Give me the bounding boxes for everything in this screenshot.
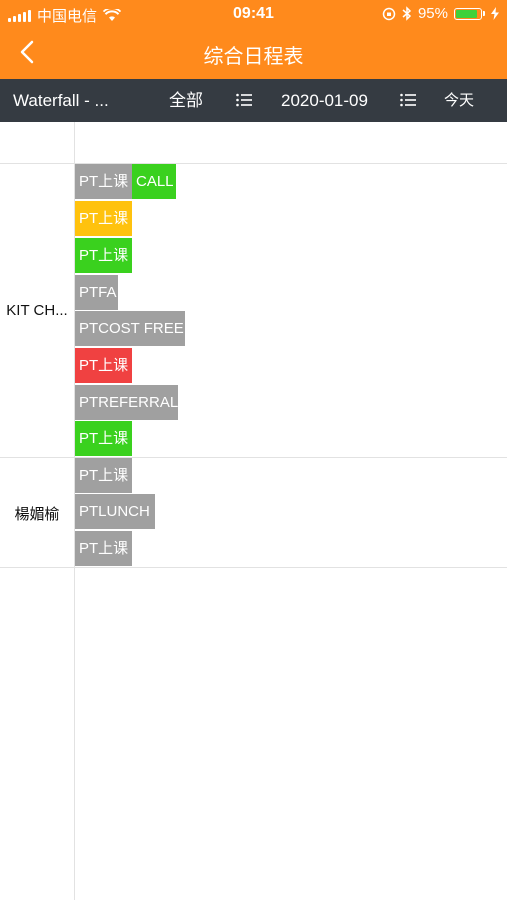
date-picker[interactable]: 2020-01-09 [281, 79, 368, 122]
battery-percent: 95% [417, 5, 448, 22]
event-block[interactable]: PT上课 [75, 164, 132, 199]
event-block[interactable]: PTREFERRAL [75, 385, 178, 420]
page-title: 综合日程表 [203, 46, 304, 68]
toolbar: Waterfall - ... 全部 2020-01-09 今天 [0, 79, 507, 122]
event-block[interactable]: PT上课 [75, 531, 132, 566]
event-block[interactable]: PT上课 [75, 458, 132, 493]
event-block[interactable]: PT上课 [75, 421, 132, 456]
orientation-lock-icon [382, 7, 396, 20]
bluetooth-icon [402, 6, 412, 21]
status-bar: 中国电信 09:41 95% [0, 0, 507, 28]
list-icon[interactable] [400, 93, 416, 107]
list-icon[interactable] [236, 93, 252, 107]
project-selector[interactable]: Waterfall - ... [13, 79, 109, 122]
event-block[interactable]: PT上课 [75, 238, 132, 273]
schedule-grid: KIT CH... PT上课 CALL PT上课 PT上课 PTFA PTCOS… [0, 122, 507, 900]
event-block[interactable]: PTCOST FREE [75, 311, 185, 346]
charging-icon [491, 7, 499, 20]
staff-name: 楊媚榆 [14, 506, 60, 523]
battery-icon [454, 7, 482, 20]
event-block[interactable]: PTFA [75, 275, 118, 310]
staff-name: KIT CH... [6, 302, 68, 319]
event-block[interactable]: PT上课 [75, 348, 132, 383]
event-block[interactable]: PT上课 [75, 201, 132, 236]
nav-bar: 综合日程表 [0, 28, 507, 79]
row-divider [0, 567, 507, 568]
today-button[interactable]: 今天 [444, 79, 474, 122]
event-block[interactable]: CALL [132, 164, 176, 199]
status-right: 95% [382, 5, 499, 22]
event-block[interactable]: PTLUNCH [75, 494, 155, 529]
filter-all-button[interactable]: 全部 [169, 79, 203, 122]
battery-tip [483, 11, 485, 16]
